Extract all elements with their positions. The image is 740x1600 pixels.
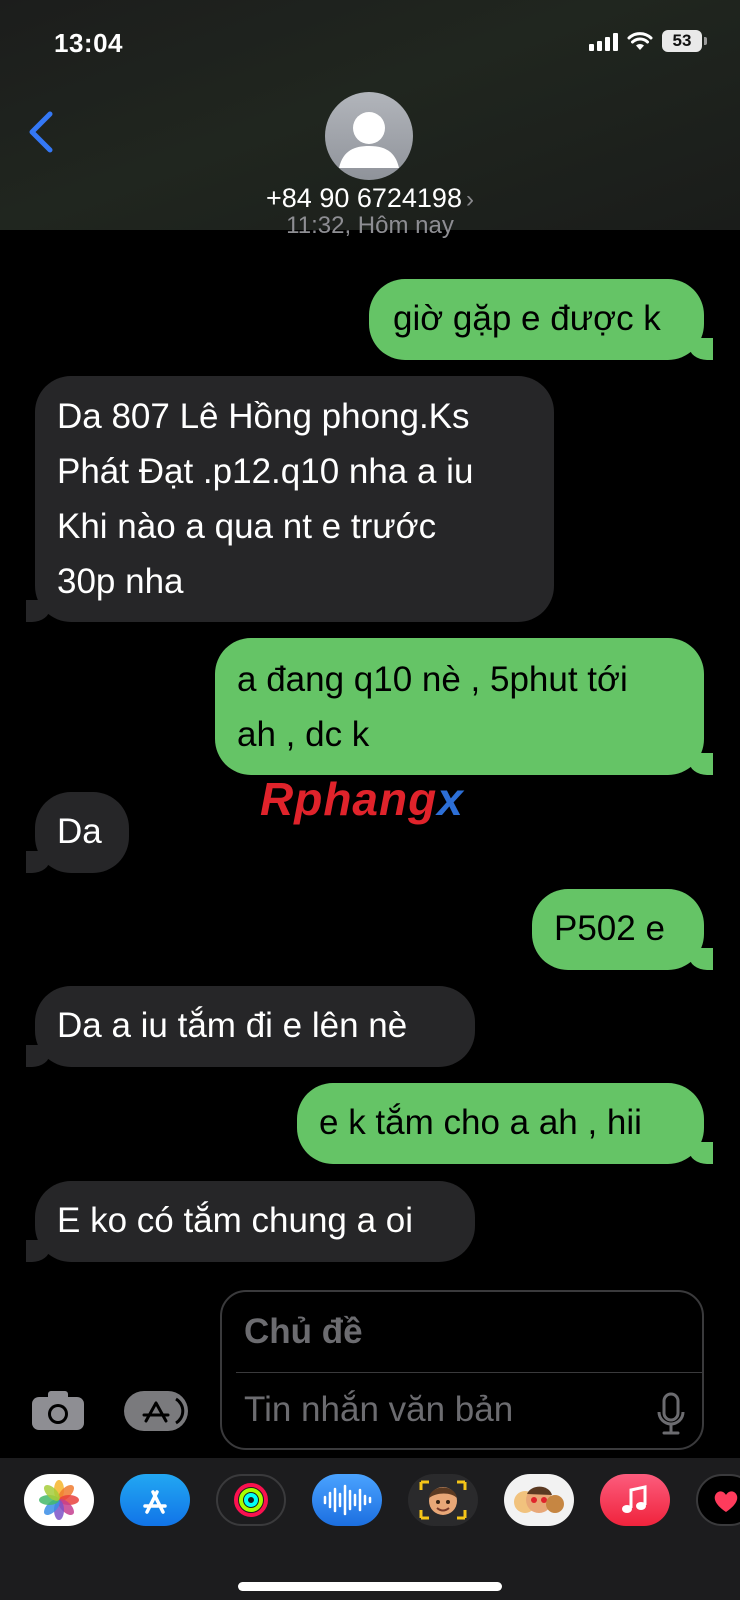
digital-touch-app-button[interactable]	[696, 1474, 740, 1526]
message-text: Da 807 Lê Hồng phong.Ks Phát Đạt .p12.q1…	[57, 397, 474, 601]
music-app-button[interactable]	[600, 1474, 670, 1526]
person-icon	[339, 112, 399, 168]
status-icons: 53	[589, 30, 707, 52]
message-text: giờ gặp e được k	[393, 299, 661, 338]
message-text: Da a iu tắm đi e lên nè	[57, 1006, 408, 1045]
audio-message-app-button[interactable]	[312, 1474, 382, 1526]
activity-app-button[interactable]	[216, 1474, 286, 1526]
message-bubble-outgoing[interactable]: giờ gặp e được k	[369, 279, 713, 360]
message-bubble-outgoing[interactable]: a đang q10 nè , 5phut tới ah , dc k	[215, 638, 713, 775]
watermark-part: x	[437, 773, 464, 825]
message-bubble-incoming[interactable]: Da	[26, 792, 129, 873]
activity-rings-icon	[234, 1483, 268, 1517]
message-text: a đang q10 nè , 5phut tới ah , dc k	[237, 660, 628, 754]
message-bubble-outgoing[interactable]: P502 e	[532, 889, 713, 970]
photos-icon	[39, 1480, 79, 1520]
chevron-right-icon: ›	[465, 186, 474, 213]
app-store-icon	[142, 1397, 185, 1425]
message-bubble-incoming[interactable]: Da a iu tắm đi e lên nè	[26, 986, 475, 1067]
music-note-icon	[622, 1485, 647, 1513]
message-timestamp: 11:32, Hôm nay	[286, 212, 454, 239]
photos-app-button[interactable]	[24, 1474, 94, 1526]
contact-number: +84 90 6724198	[266, 183, 462, 213]
camera-icon	[32, 1391, 84, 1430]
dictation-button[interactable]	[656, 1392, 686, 1441]
memoji-stickers-icon	[514, 1486, 564, 1513]
message-bubble-incoming[interactable]: E ko có tắm chung a oi	[26, 1181, 475, 1262]
back-button[interactable]	[26, 110, 56, 159]
watermark-logo: Rphangx	[260, 772, 464, 826]
heart-hand-icon	[714, 1491, 738, 1512]
camera-button[interactable]	[30, 1388, 86, 1437]
input-divider	[236, 1372, 702, 1373]
app-store-app-icon	[143, 1490, 167, 1514]
microphone-icon	[657, 1392, 685, 1435]
battery-icon: 53	[662, 30, 707, 52]
app-drawer	[0, 1458, 740, 1600]
memoji-stickers-app-button[interactable]	[504, 1474, 574, 1526]
message-bubble-incoming[interactable]: Da 807 Lê Hồng phong.Ks Phát Đạt .p12.q1…	[26, 376, 554, 622]
message-text: E ko có tắm chung a oi	[57, 1201, 414, 1240]
cellular-signal-icon	[589, 31, 618, 51]
memoji-app-button[interactable]	[408, 1474, 478, 1526]
apps-button[interactable]	[124, 1391, 188, 1431]
watermark-part: Rphang	[260, 773, 438, 825]
message-body-field[interactable]: Tin nhắn văn bản	[244, 1390, 513, 1430]
message-bubble-outgoing[interactable]: e k tắm cho a ah , hii	[297, 1083, 713, 1164]
subject-field[interactable]: Chủ đề	[244, 1312, 363, 1352]
contact-name[interactable]: +84 90 6724198 ›	[0, 183, 740, 214]
waveform-icon	[323, 1484, 372, 1516]
message-input[interactable]: Chủ đề Tin nhắn văn bản	[220, 1290, 704, 1450]
home-indicator[interactable]	[238, 1582, 502, 1591]
app-store-app-button[interactable]	[120, 1474, 190, 1526]
memoji-icon	[419, 1480, 467, 1520]
conversation-header: 13:04 53 +84 90 6724198 ›	[0, 0, 740, 230]
contact-avatar[interactable]	[325, 92, 413, 180]
message-text: Da	[57, 812, 102, 851]
status-time: 13:04	[54, 28, 123, 58]
message-text: e k tắm cho a ah , hii	[319, 1103, 642, 1142]
message-text: P502 e	[554, 909, 665, 948]
wifi-icon	[627, 32, 653, 50]
chevron-left-icon	[29, 111, 53, 153]
